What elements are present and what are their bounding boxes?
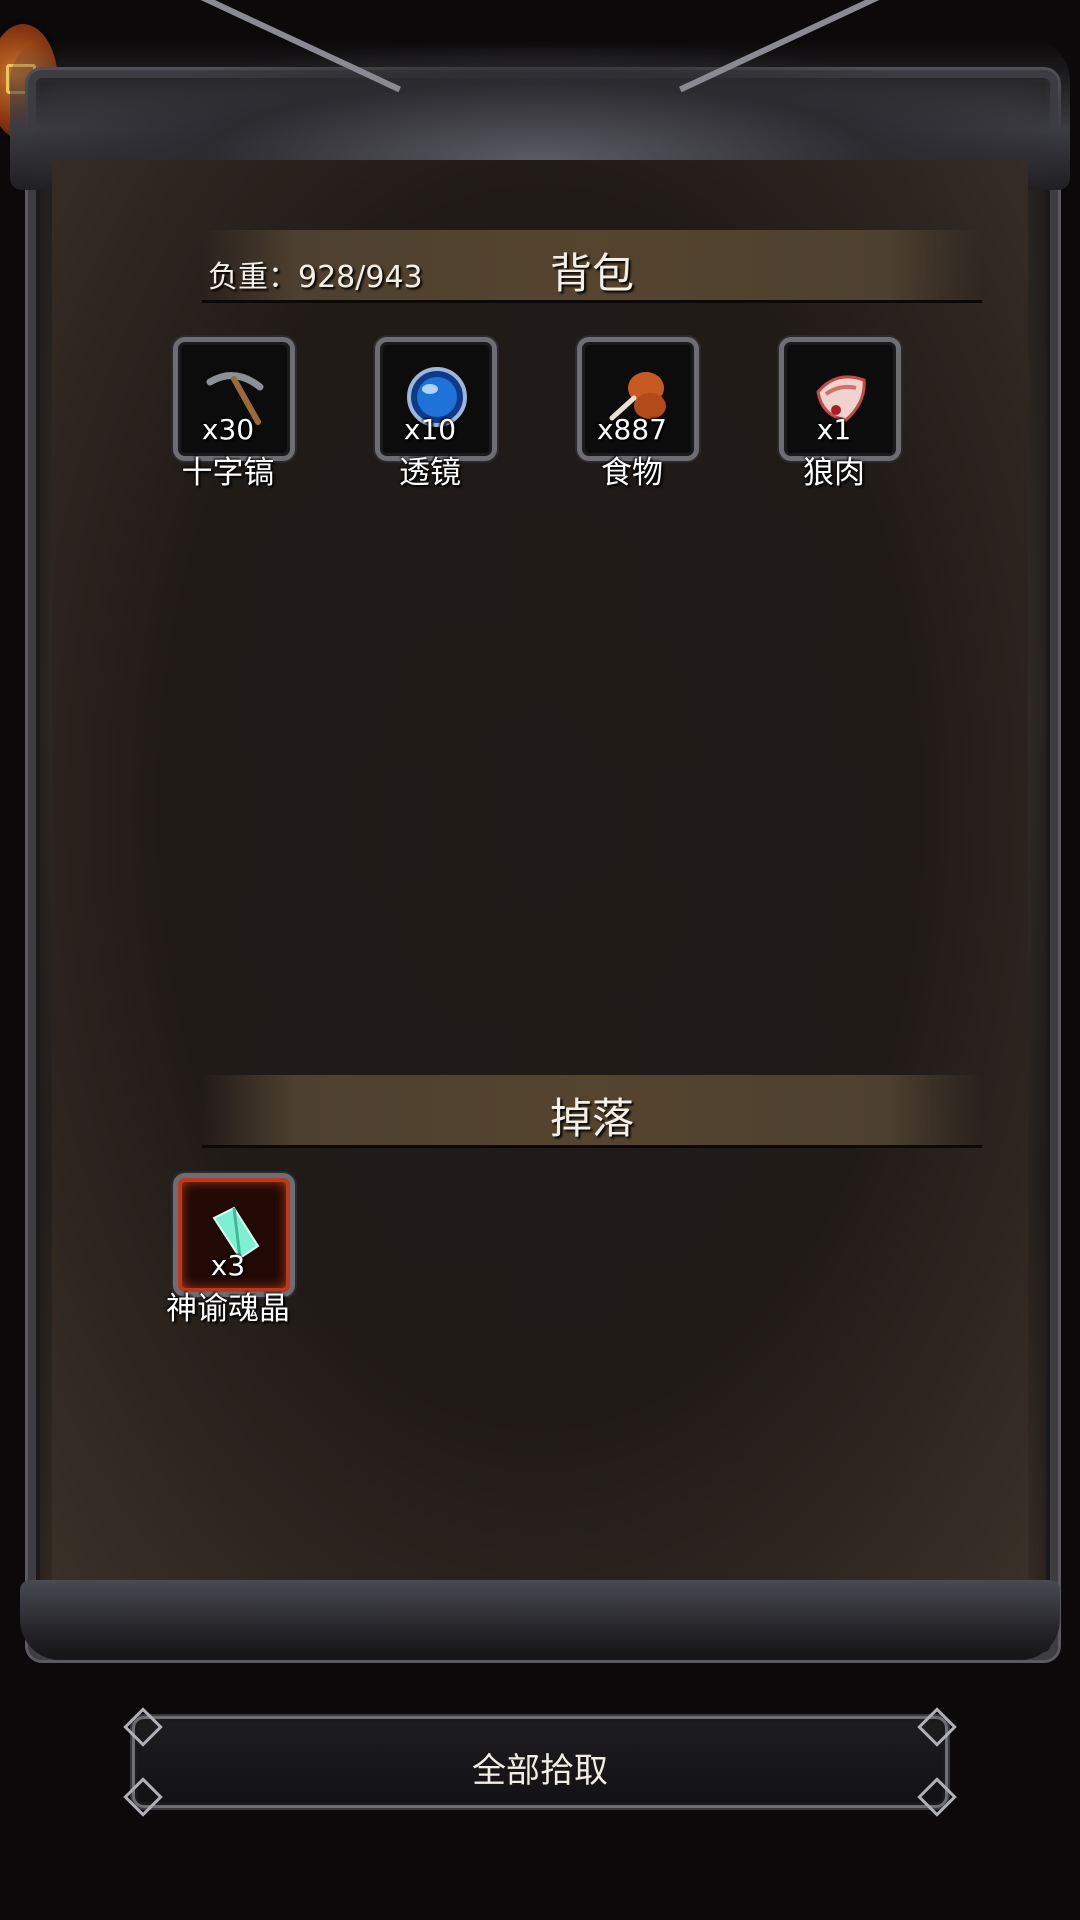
item-count: x1 [816,413,852,446]
drops-title: 掉落 [549,1094,634,1143]
item-count: x3 [210,1249,246,1282]
loot-all-button[interactable]: 全部拾取 [123,1707,957,1817]
backpack-item-food[interactable]: x887 食物 [552,337,712,497]
backpack-header: 负重：928/943 背包 [202,230,982,303]
backpack-item-wolf-meat[interactable]: x1 狼肉 [754,337,914,497]
button-corner-ornament [917,1707,957,1747]
drops-header: 掉落 [202,1075,982,1148]
item-count: x887 [596,413,667,446]
item-name: 狼肉 [803,455,865,491]
backpack-item-lens[interactable]: x10 透镜 [350,337,510,497]
item-name: 食物 [601,455,663,491]
button-corner-ornament [123,1707,163,1747]
inventory-panel: 负重：928/943 背包 x30 十字镐 x10 透镜 x887 食物 x1 … [52,160,1028,1600]
item-name: 神谕魂晶 [166,1291,290,1327]
backpack-item-pickaxe[interactable]: x30 十字镐 [148,337,308,497]
backpack-title: 背包 [549,249,634,298]
item-name: 十字镐 [181,455,275,491]
item-count: x10 [403,413,457,446]
frame-ornament-bottom [20,1580,1060,1660]
drop-item-soul-crystal[interactable]: x3 神谕魂晶 [148,1173,308,1333]
item-name: 透镜 [399,455,461,491]
item-count: x30 [201,413,255,446]
loot-all-label: 全部拾取 [472,1751,608,1791]
